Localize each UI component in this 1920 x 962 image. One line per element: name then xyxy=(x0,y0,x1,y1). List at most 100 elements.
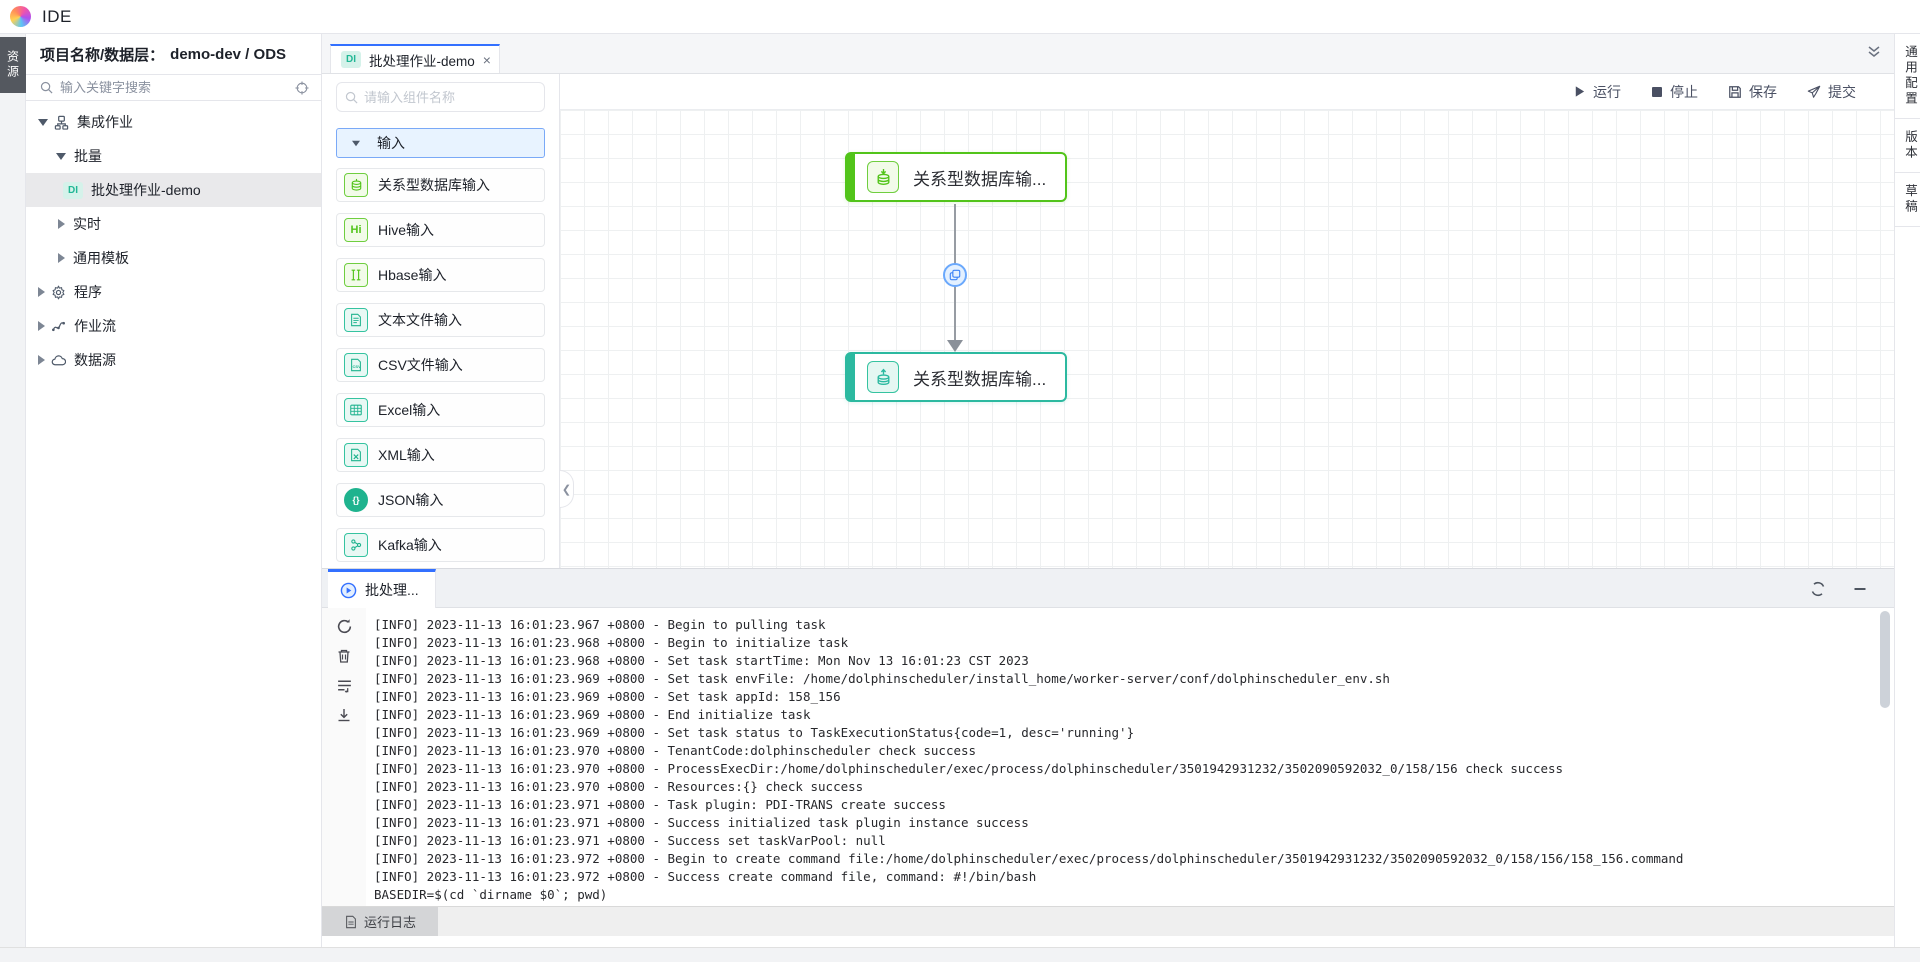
component-label: Kafka输入 xyxy=(378,535,442,555)
sidebar-search xyxy=(26,75,321,101)
component-label: Excel输入 xyxy=(378,400,440,420)
tab-general-config[interactable]: 通用配置 xyxy=(1895,34,1920,119)
di-badge: DI xyxy=(341,51,361,68)
play-circle-icon xyxy=(340,582,357,599)
component-item-xml-input[interactable]: XML输入 xyxy=(336,438,545,472)
edge-copy-badge[interactable] xyxy=(943,263,967,287)
tree-item-datasource[interactable]: 数据源 xyxy=(26,343,321,377)
tab-close-icon[interactable]: × xyxy=(483,53,491,67)
log-tab-batch[interactable]: 批处理... xyxy=(328,569,436,608)
gear-icon xyxy=(51,285,66,300)
tree-item-label: 程序 xyxy=(74,282,102,302)
tree-collapsed-arrow-icon[interactable] xyxy=(38,355,45,365)
tree-collapsed-arrow-icon[interactable] xyxy=(38,321,45,331)
log-line: [INFO] 2023-11-13 16:01:23.969 +0800 - S… xyxy=(374,724,1884,742)
tab-batch-job-demo[interactable]: DI 批处理作业-demo × xyxy=(330,44,500,73)
log-content[interactable]: [INFO] 2023-11-13 16:01:23.967 +0800 - B… xyxy=(366,608,1894,906)
locate-icon[interactable] xyxy=(295,81,309,95)
tree-item-realtime[interactable]: 实时 xyxy=(26,207,321,241)
tree-item-label: 通用模板 xyxy=(73,248,129,268)
component-item-json-input[interactable]: {} JSON输入 xyxy=(336,483,545,517)
download-log-icon[interactable] xyxy=(336,707,352,723)
edge-arrowhead-icon xyxy=(947,340,963,352)
section-input-header[interactable]: 输入 xyxy=(336,128,545,158)
component-label: Hbase输入 xyxy=(378,265,446,285)
node-relational-db-output[interactable]: 关系型数据库输... xyxy=(845,352,1067,402)
component-item-text-file-input[interactable]: 文本文件输入 xyxy=(336,303,545,337)
run-log-tab[interactable]: 运行日志 xyxy=(322,907,438,936)
tree-item-batch-job-demo[interactable]: DI 批处理作业-demo xyxy=(26,173,321,207)
tree-collapsed-arrow-icon[interactable] xyxy=(58,219,65,229)
clear-log-icon[interactable] xyxy=(336,648,352,664)
component-item-hbase-input[interactable]: Hbase输入 xyxy=(336,258,545,292)
hive-input-icon: Hi xyxy=(344,218,368,242)
log-file-icon xyxy=(344,915,358,929)
minimize-icon[interactable] xyxy=(1852,581,1868,597)
app-logo-icon xyxy=(10,6,31,27)
log-line: BASEDIR=$(cd `dirname $0`; pwd) xyxy=(374,886,1884,904)
log-line: [INFO] 2023-11-13 16:01:23.970 +0800 - R… xyxy=(374,778,1884,796)
log-line: [INFO] 2023-11-13 16:01:23.969 +0800 - S… xyxy=(374,688,1884,706)
tree-item-program[interactable]: 程序 xyxy=(26,275,321,309)
component-item-csv-file-input[interactable]: CSV CSV文件输入 xyxy=(336,348,545,382)
excel-input-icon xyxy=(344,398,368,422)
sidebar-search-input[interactable] xyxy=(60,80,295,95)
json-input-icon: {} xyxy=(344,488,368,512)
tree-expanded-arrow-icon[interactable] xyxy=(56,153,66,160)
workflow-icon xyxy=(51,319,66,334)
run-button[interactable]: 运行 xyxy=(1573,82,1621,102)
component-label: XML输入 xyxy=(378,445,435,465)
component-item-hive-input[interactable]: Hi Hive输入 xyxy=(336,213,545,247)
project-header-value: demo-dev / ODS xyxy=(170,46,286,63)
di-badge: DI xyxy=(63,182,83,199)
tree-item-label: 实时 xyxy=(73,214,101,234)
log-bottom-bar: 运行日志 xyxy=(322,906,1894,936)
log-line: [INFO] 2023-11-13 16:01:23.972 +0800 - B… xyxy=(374,850,1884,868)
component-item-relational-db-input[interactable]: 关系型数据库输入 xyxy=(336,168,545,202)
log-scrollbar[interactable] xyxy=(1880,611,1890,708)
resources-vertical-tab[interactable]: 资源 xyxy=(0,37,26,93)
project-header: 项目名称/数据层： demo-dev / ODS xyxy=(26,34,321,75)
section-expanded-arrow-icon[interactable] xyxy=(352,140,360,146)
db-input-node-icon xyxy=(867,161,899,193)
word-wrap-icon[interactable] xyxy=(336,677,353,694)
tree-item-workflow[interactable]: 作业流 xyxy=(26,309,321,343)
component-item-excel-input[interactable]: Excel输入 xyxy=(336,393,545,427)
tree-item-batch[interactable]: 批量 xyxy=(26,139,321,173)
search-icon xyxy=(345,91,358,104)
copy-icon xyxy=(949,269,961,281)
section-label: 输入 xyxy=(377,133,405,153)
integration-flow-icon xyxy=(54,115,69,130)
component-search-input[interactable] xyxy=(364,90,540,105)
component-item-kafka-input[interactable]: Kafka输入 xyxy=(336,528,545,562)
play-icon xyxy=(1573,85,1586,98)
hbase-input-icon xyxy=(344,263,368,287)
datasource-icon xyxy=(51,353,66,368)
flow-canvas[interactable]: 关系型数据库输... 关系型数据库输... xyxy=(560,110,1894,568)
node-accent-bar xyxy=(846,353,855,401)
node-relational-db-input[interactable]: 关系型数据库输... xyxy=(845,152,1067,202)
tree-collapsed-arrow-icon[interactable] xyxy=(38,287,45,297)
chevrons-down-icon[interactable] xyxy=(1866,44,1882,60)
tree-item-integration-jobs[interactable]: 集成作业 xyxy=(26,105,321,139)
save-button[interactable]: 保存 xyxy=(1728,82,1777,102)
stop-button[interactable]: 停止 xyxy=(1651,82,1698,102)
right-panel-strip: 通用配置 版本 草稿 xyxy=(1894,34,1920,962)
tab-version[interactable]: 版本 xyxy=(1895,119,1920,173)
refresh-icon[interactable] xyxy=(1810,581,1826,597)
resource-tree: 集成作业 批量 DI 批处理作业-demo 实时 通用模板 xyxy=(26,101,321,377)
tree-expanded-arrow-icon[interactable] xyxy=(38,119,48,126)
tree-collapsed-arrow-icon[interactable] xyxy=(58,253,65,263)
db-output-node-icon xyxy=(867,361,899,393)
tree-item-label: 作业流 xyxy=(74,316,116,336)
tab-draft[interactable]: 草稿 xyxy=(1895,173,1920,227)
send-icon xyxy=(1807,85,1821,99)
tree-item-general-template[interactable]: 通用模板 xyxy=(26,241,321,275)
submit-button[interactable]: 提交 xyxy=(1807,82,1856,102)
log-line: [INFO] 2023-11-13 16:01:23.970 +0800 - T… xyxy=(374,742,1884,760)
bottom-gap xyxy=(0,947,1920,962)
app-header: IDE xyxy=(0,0,1920,34)
log-tabrow-actions xyxy=(1810,569,1868,608)
log-tab-row: 批处理... xyxy=(322,569,1894,608)
reload-icon[interactable] xyxy=(336,618,353,635)
